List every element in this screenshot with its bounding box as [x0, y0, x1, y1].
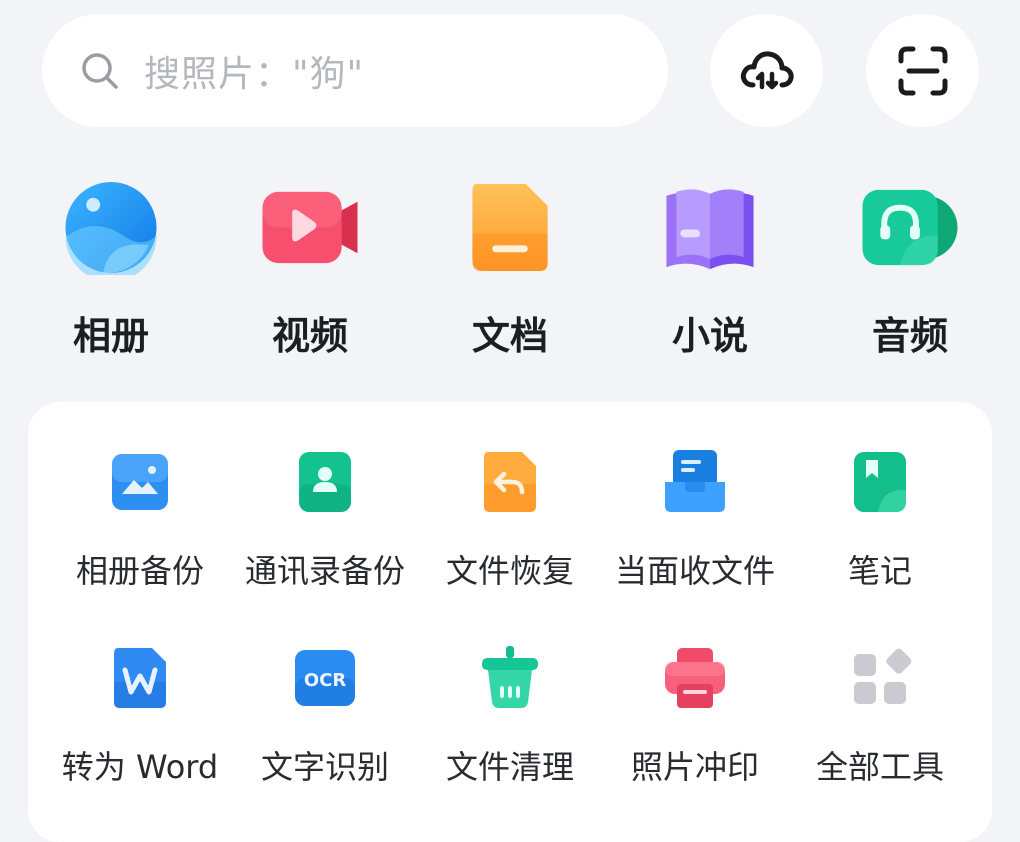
tool-label: 文件恢复 — [445, 552, 574, 590]
photo-print-icon — [665, 648, 725, 708]
contacts-backup-icon — [299, 452, 351, 512]
tool-label: 转为 Word — [61, 748, 219, 786]
tool-contacts-backup[interactable]: 通讯录备份 — [229, 450, 421, 610]
scan-button[interactable] — [866, 14, 979, 127]
tool-file-clean[interactable]: 文件清理 — [414, 646, 606, 806]
tools-panel: 相册备份 通讯录备份 文件恢复 当面收文件 笔记 转为 Word OCR 文字识… — [28, 402, 992, 842]
category-audio[interactable]: 音频 — [810, 180, 1010, 360]
category-label: 音频 — [871, 314, 948, 358]
audio-icon — [862, 189, 958, 266]
category-video[interactable]: 视频 — [210, 180, 410, 360]
video-icon — [262, 191, 358, 264]
receive-files-icon — [665, 450, 725, 512]
tool-all-tools[interactable]: 全部工具 — [784, 646, 976, 806]
notes-icon — [854, 452, 906, 512]
tool-label: 全部工具 — [815, 748, 944, 786]
word-convert-icon — [114, 648, 166, 708]
file-clean-icon — [482, 646, 538, 708]
tool-receive-files[interactable]: 当面收文件 — [599, 450, 791, 610]
tool-photo-print[interactable]: 照片冲印 — [599, 646, 791, 806]
category-document[interactable]: 文档 — [410, 180, 610, 360]
category-label: 小说 — [671, 314, 748, 358]
cloud-sync-icon — [740, 50, 794, 89]
search-icon — [82, 52, 118, 89]
tool-label: 文件清理 — [445, 748, 574, 786]
file-restore-icon — [484, 452, 536, 512]
tool-label: 照片冲印 — [630, 748, 759, 786]
search-bar[interactable]: 搜照片："狗" — [42, 14, 668, 127]
tool-label: 当面收文件 — [614, 552, 775, 590]
all-tools-icon — [854, 648, 912, 704]
category-label: 文档 — [471, 314, 548, 358]
tool-label: 相册备份 — [75, 552, 204, 590]
search-placeholder: 搜照片："狗" — [144, 53, 365, 95]
ocr-icon: OCR — [295, 650, 355, 706]
category-row: 相册 视频 文档 小说 音频 — [0, 180, 1020, 360]
category-label: 相册 — [72, 314, 149, 358]
album-icon — [65, 181, 157, 275]
novel-icon — [666, 189, 754, 270]
tool-word-convert[interactable]: 转为 Word — [44, 646, 236, 806]
tool-photo-backup[interactable]: 相册备份 — [44, 450, 236, 610]
category-label: 视频 — [271, 314, 348, 358]
category-album[interactable]: 相册 — [11, 180, 211, 360]
category-novel[interactable]: 小说 — [610, 180, 810, 360]
cloud-sync-button[interactable] — [710, 14, 823, 127]
scan-icon — [898, 46, 947, 95]
tool-notes[interactable]: 笔记 — [784, 450, 976, 610]
tool-label: 笔记 — [847, 552, 912, 590]
tool-label: 文字识别 — [260, 748, 389, 786]
tool-ocr[interactable]: OCR 文字识别 — [229, 646, 421, 806]
tool-label: 通讯录备份 — [244, 552, 405, 590]
photo-backup-icon — [112, 454, 168, 510]
document-icon — [472, 183, 548, 272]
svg-text:OCR: OCR — [304, 670, 347, 691]
tool-file-restore[interactable]: 文件恢复 — [414, 450, 606, 610]
